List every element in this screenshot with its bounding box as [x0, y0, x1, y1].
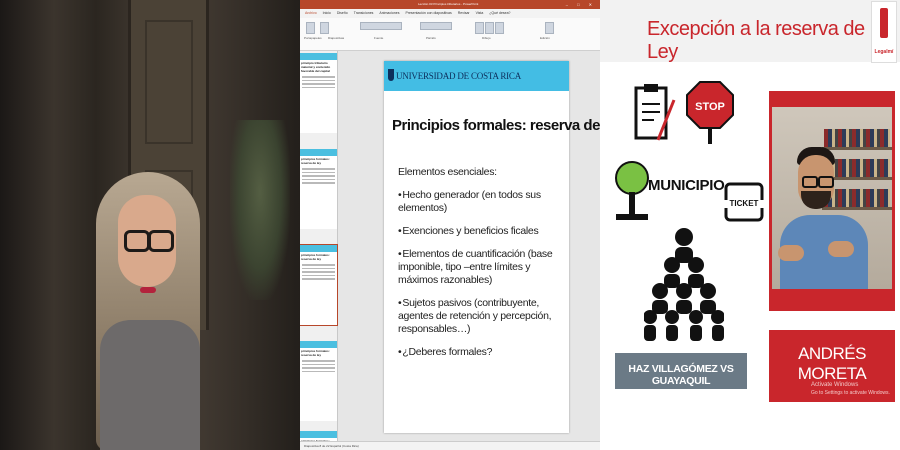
group-label: Fuente [374, 36, 384, 40]
brand-name: Legalmí [874, 49, 894, 55]
tab-vista[interactable]: Vista [476, 11, 484, 15]
presenter-hand [778, 245, 804, 261]
slide-title: Excepción a la reserva de Ley [647, 18, 865, 63]
tab-presentacion[interactable]: Presentación con diapositivas [405, 11, 451, 15]
glasses-right [818, 176, 834, 188]
status-bar: Diapositiva 8 de 22 Español (Costa Rica) [300, 441, 600, 450]
stop-sign-icon: STOP [686, 81, 734, 144]
new-slide-button[interactable] [320, 22, 329, 34]
ribbon: Portapapeles Diapositivas Fuente Párrafo… [300, 18, 600, 51]
speaker-lips [140, 287, 156, 293]
bullet-item: ¿Deberes formales? [398, 346, 566, 359]
thumb-header [300, 149, 337, 156]
thumb-title: principios formales: reserva de ley [301, 253, 330, 261]
thumb-header [300, 245, 337, 252]
current-slide[interactable]: UNIVERSIDAD DE COSTA RICA Principios for… [384, 61, 600, 433]
glasses-left [124, 230, 150, 252]
thumb-title: principios formales: reserva de ley [301, 157, 330, 165]
shapes-button[interactable] [475, 22, 484, 34]
university-logo-text: UNIVERSIDAD DE COSTA RICA [396, 71, 522, 81]
crowd-icon [644, 228, 724, 341]
presenter-name: ANDRÉS MORETA [797, 344, 867, 383]
activate-windows-watermark: Activate Windows [811, 382, 859, 388]
font-selector[interactable] [360, 22, 402, 30]
thumb-title: principio tributario material y contenid… [301, 61, 331, 73]
paste-button[interactable] [306, 22, 315, 34]
tree-icon [615, 161, 649, 220]
slide-title[interactable]: Principios formales: reserva de ley [392, 117, 600, 134]
tab-diseno[interactable]: Diseño [337, 11, 348, 15]
glasses-left [802, 176, 818, 188]
slide-body[interactable]: Elementos esenciales: Hecho generador (e… [398, 166, 566, 369]
glasses-right [148, 230, 174, 252]
tab-transiciones[interactable]: Transiciones [354, 11, 374, 15]
speaker-shirt [100, 320, 200, 450]
presenter-slide: Excepción a la reserva de Ley Legalmí ST… [600, 0, 900, 450]
tab-tell-me[interactable]: ¿Qué desea? [489, 11, 510, 15]
window-controls[interactable]: – □ ✕ [566, 0, 596, 9]
slide-header: UNIVERSIDAD DE COSTA RICA [384, 61, 569, 91]
case-label: HAZ VILLAGÓMEZ VS GUAYAQUIL [628, 363, 734, 387]
quick-styles-button[interactable] [495, 22, 504, 34]
group-label: Edición [540, 36, 550, 40]
thumb-header [300, 341, 337, 348]
slide-thumbnails: principio tributario material y contenid… [300, 51, 338, 450]
bookshelf [824, 129, 890, 147]
webcam-left [0, 0, 300, 450]
paragraph-controls[interactable] [420, 22, 452, 30]
tab-archivo[interactable]: Archivo [305, 11, 317, 15]
group-label: Párrafo [426, 36, 436, 40]
tab-animaciones[interactable]: Animaciones [379, 11, 399, 15]
slide-thumbnail-selected[interactable]: principios formales: reserva de ley [300, 244, 338, 326]
slide-editor[interactable]: UNIVERSIDAD DE COSTA RICA Principios for… [338, 51, 600, 441]
brand-logo: Legalmí [871, 1, 897, 63]
tab-revisar[interactable]: Revisar [458, 11, 470, 15]
ribbon-tabs: Archivo Inicio Diseño Transiciones Anima… [300, 9, 600, 18]
ticket-icon: TICKET [722, 182, 766, 222]
ticket-text: TICKET [730, 199, 759, 208]
slide-intro: Elementos esenciales: [398, 166, 497, 178]
municipio-label: MUNICIPIO [648, 177, 725, 194]
presenter-hand [828, 241, 854, 257]
activate-windows-hint: Go to Settings to activate Windows. [811, 390, 890, 396]
arrange-button[interactable] [485, 22, 494, 34]
group-label: Diapositivas [328, 36, 345, 40]
thumb-header [300, 431, 337, 438]
group-label: Dibujo [482, 36, 491, 40]
bullet-item: Sujetos pasivos (contribuyente, agentes … [398, 297, 566, 336]
column-icon [880, 8, 888, 38]
window-title: Lección 03 Principios tributarios - Powe… [418, 2, 479, 6]
case-label-box: HAZ VILLAGÓMEZ VS GUAYAQUIL [615, 353, 747, 389]
powerpoint-window: Lección 03 Principios tributarios - Powe… [300, 0, 600, 450]
name-box: ANDRÉS MORETA Activate Windows Go to Set… [769, 330, 895, 402]
thumb-header [300, 53, 337, 60]
document-pen-icon [634, 84, 676, 141]
bullet-item: Elementos de cuantificación (base imponi… [398, 248, 566, 287]
slide-thumbnail[interactable]: principios formales: reserva de ley [300, 341, 337, 421]
slide-thumbnail[interactable]: principios formales: reserva de ley [300, 149, 337, 229]
group-label: Portapapeles [304, 36, 322, 40]
bullet-item: Hecho generador (en todos sus elementos) [398, 189, 566, 215]
presenter-video [772, 107, 892, 289]
thumb-title: principios formales: reserva de ley [301, 349, 330, 357]
tab-inicio[interactable]: Inicio [323, 11, 331, 15]
find-button[interactable] [545, 22, 554, 34]
slide-title-bar: Excepción a la reserva de Ley [600, 0, 900, 63]
plant [230, 120, 290, 300]
bullet-item: Exenciones y beneficios ficales [398, 225, 566, 238]
stop-text: STOP [695, 101, 725, 113]
title-bar: Lección 03 Principios tributarios - Powe… [300, 0, 600, 9]
slide-thumbnail[interactable]: principio tributario material y contenid… [300, 53, 337, 133]
university-shield-icon [388, 69, 394, 81]
bookshelf [824, 189, 890, 207]
